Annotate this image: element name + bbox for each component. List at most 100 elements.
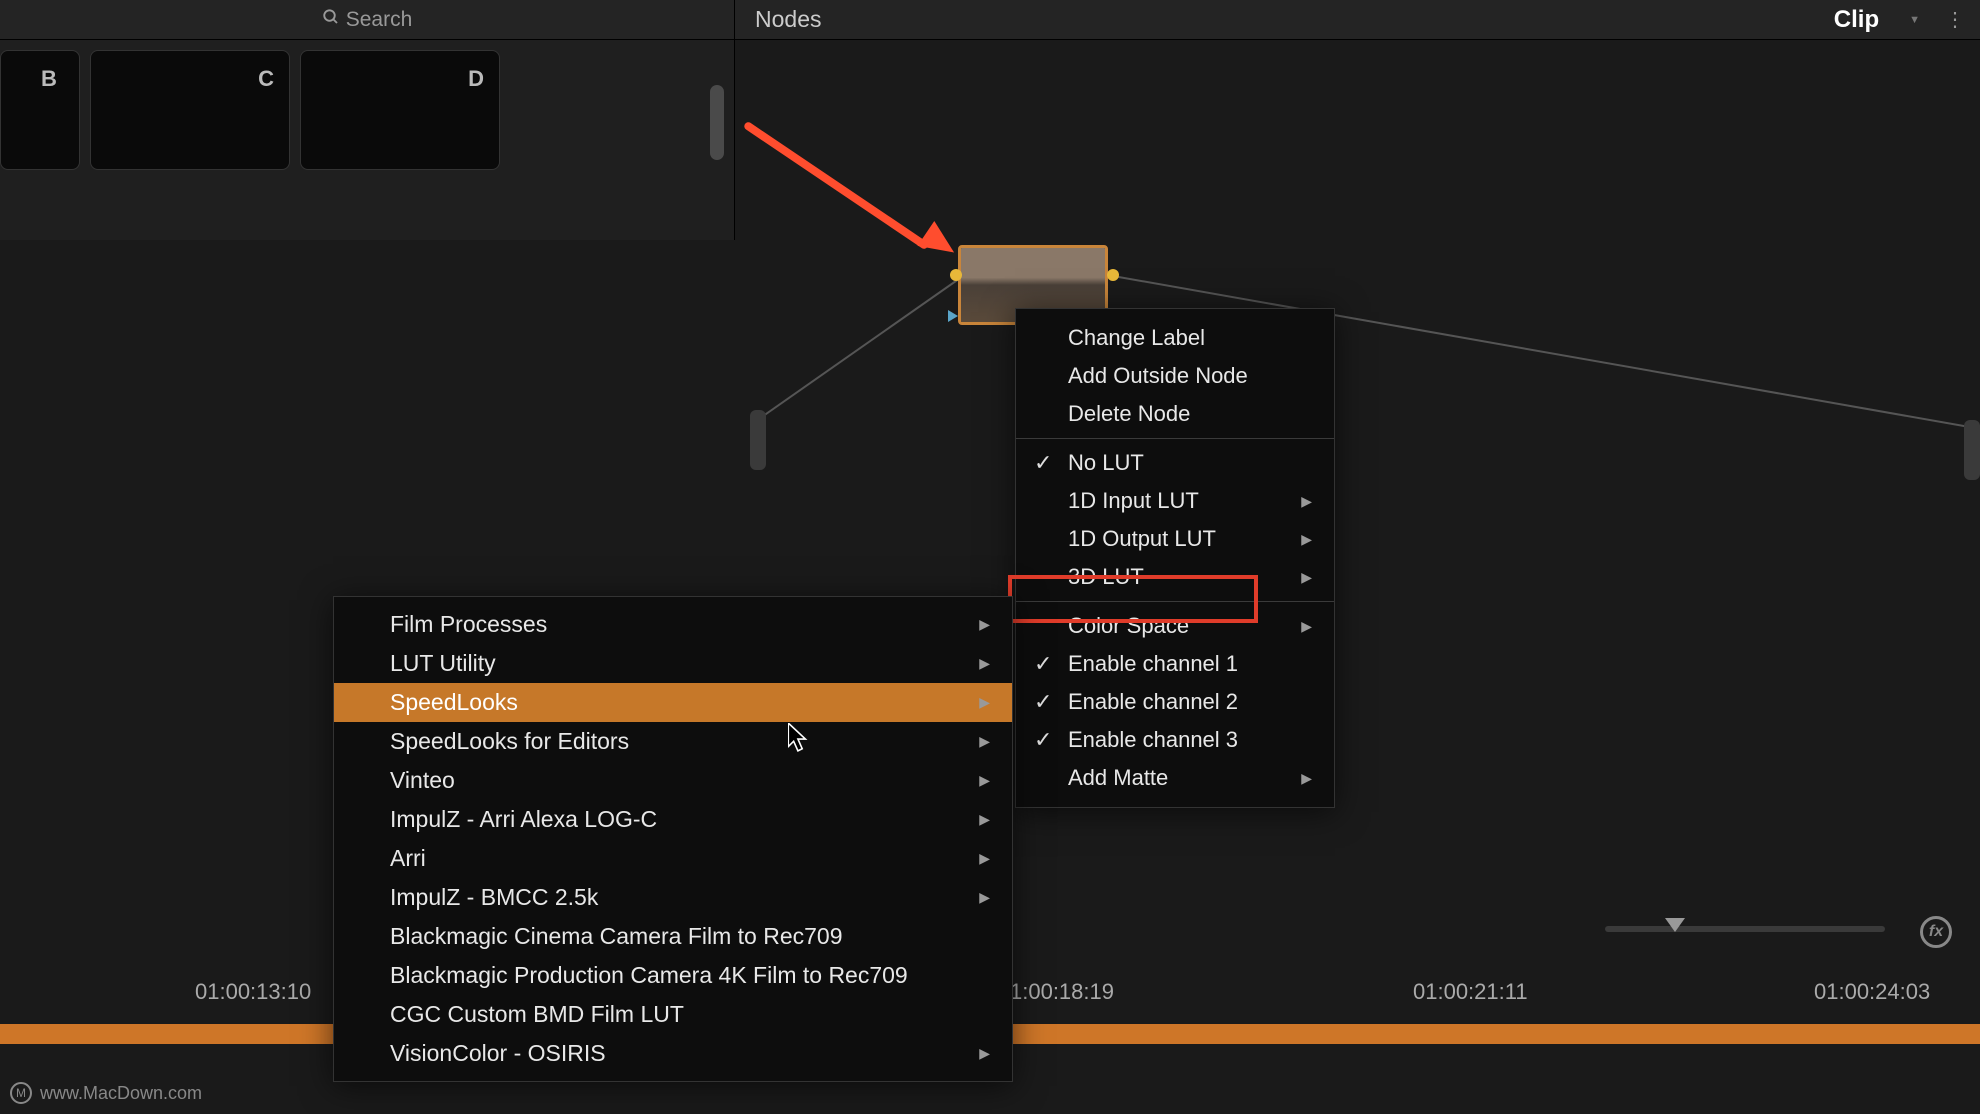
menu-label: Arri (390, 845, 426, 872)
submenu-blackmagic-cinema[interactable]: Blackmagic Cinema Camera Film to Rec709 (334, 917, 1012, 956)
menu-separator (1016, 438, 1334, 439)
submenu-arrow-icon: ▶ (979, 811, 990, 828)
annotation-arrow (745, 120, 965, 128)
gallery-panel: B C D (0, 40, 735, 240)
submenu-arri[interactable]: Arri ▶ (334, 839, 1012, 878)
submenu-blackmagic-production[interactable]: Blackmagic Production Camera 4K Film to … (334, 956, 1012, 995)
submenu-arrow-icon: ▶ (1301, 618, 1312, 635)
more-options-icon[interactable]: ⋮ (1945, 7, 1965, 32)
node-connection-line (755, 271, 969, 422)
menu-label: No LUT (1068, 450, 1144, 476)
menu-1d-input-lut[interactable]: 1D Input LUT ▶ (1016, 482, 1334, 520)
top-bar: Search Nodes Clip ▼ ⋮ (0, 0, 1980, 40)
menu-change-label[interactable]: Change Label (1016, 319, 1334, 357)
menu-label: Enable channel 2 (1068, 689, 1238, 715)
check-icon: ✓ (1034, 727, 1052, 753)
menu-label: Change Label (1068, 325, 1205, 351)
submenu-arrow-icon: ▶ (979, 655, 990, 672)
menu-label: SpeedLooks (390, 689, 518, 716)
submenu-film-processes[interactable]: Film Processes ▶ (334, 605, 1012, 644)
menu-label: LUT Utility (390, 650, 496, 677)
menu-label: Vinteo (390, 767, 455, 794)
submenu-arrow-icon: ▶ (1301, 770, 1312, 787)
menu-enable-channel-3[interactable]: ✓ Enable channel 3 (1016, 721, 1334, 759)
submenu-arrow-icon: ▶ (1301, 531, 1312, 548)
thumbnail-label: B (41, 66, 57, 92)
menu-enable-channel-1[interactable]: ✓ Enable channel 1 (1016, 645, 1334, 683)
submenu-arrow-icon: ▶ (979, 850, 990, 867)
gallery-thumbnail-b[interactable]: B (0, 50, 80, 170)
thumbnail-label: D (468, 66, 484, 92)
scrollbar[interactable] (710, 85, 724, 160)
nodes-label: Nodes (755, 6, 821, 33)
submenu-impulz-bmcc[interactable]: ImpulZ - BMCC 2.5k ▶ (334, 878, 1012, 917)
menu-label: Enable channel 1 (1068, 651, 1238, 677)
time-label: 01:00:21:11 (1413, 979, 1528, 1005)
submenu-arrow-icon: ▶ (979, 1045, 990, 1062)
node-input-handle[interactable] (750, 410, 766, 470)
fx-icon[interactable]: fx (1920, 916, 1952, 948)
menu-label: ImpulZ - Arri Alexa LOG-C (390, 806, 657, 833)
nodes-panel-header: Nodes (735, 0, 1730, 39)
watermark: M www.MacDown.com (10, 1082, 202, 1104)
menu-label: 1D Output LUT (1068, 526, 1216, 552)
menu-label: Blackmagic Cinema Camera Film to Rec709 (390, 923, 843, 950)
time-label: 1:00:18:19 (1010, 979, 1114, 1005)
menu-delete-node[interactable]: Delete Node (1016, 395, 1334, 433)
submenu-lut-utility[interactable]: LUT Utility ▶ (334, 644, 1012, 683)
chevron-down-icon: ▼ (1909, 14, 1920, 26)
node-connector-right[interactable] (1107, 269, 1119, 281)
menu-label: ImpulZ - BMCC 2.5k (390, 884, 598, 911)
node-context-menu: Change Label Add Outside Node Delete Nod… (1015, 308, 1335, 808)
time-label: 01:00:24:03 (1814, 979, 1930, 1005)
menu-label: 1D Input LUT (1068, 488, 1199, 514)
menu-label: Add Matte (1068, 765, 1168, 791)
submenu-impulz-arri[interactable]: ImpulZ - Arri Alexa LOG-C ▶ (334, 800, 1012, 839)
search-icon (322, 8, 340, 31)
menu-add-outside-node[interactable]: Add Outside Node (1016, 357, 1334, 395)
annotation-highlight-box (1008, 575, 1258, 623)
menu-label: Film Processes (390, 611, 547, 638)
node-output-handle[interactable] (1964, 420, 1980, 480)
check-icon: ✓ (1034, 450, 1052, 476)
menu-enable-channel-2[interactable]: ✓ Enable channel 2 (1016, 683, 1334, 721)
menu-label: Add Outside Node (1068, 363, 1248, 389)
submenu-arrow-icon: ▶ (1301, 569, 1312, 586)
submenu-arrow-icon: ▶ (979, 889, 990, 906)
clip-label: Clip (1834, 6, 1879, 34)
menu-label: Blackmagic Production Camera 4K Film to … (390, 962, 908, 989)
menu-label: Delete Node (1068, 401, 1190, 427)
menu-add-matte[interactable]: Add Matte ▶ (1016, 759, 1334, 797)
gallery-thumbnail-d[interactable]: D (300, 50, 500, 170)
check-icon: ✓ (1034, 651, 1052, 677)
time-label: 01:00:13:10 (195, 979, 311, 1005)
submenu-vinteo[interactable]: Vinteo ▶ (334, 761, 1012, 800)
submenu-speedlooks-editors[interactable]: SpeedLooks for Editors ▶ (334, 722, 1012, 761)
submenu-visioncolor[interactable]: VisionColor - OSIRIS ▶ (334, 1034, 1012, 1073)
submenu-arrow-icon: ▶ (979, 616, 990, 633)
search-field[interactable]: Search (0, 0, 735, 39)
menu-no-lut[interactable]: ✓ No LUT (1016, 444, 1334, 482)
check-icon: ✓ (1034, 689, 1052, 715)
menu-label: CGC Custom BMD Film LUT (390, 1001, 684, 1028)
submenu-arrow-icon: ▶ (979, 733, 990, 750)
node-connector-left[interactable] (950, 269, 962, 281)
zoom-slider[interactable] (1605, 926, 1885, 932)
watermark-text: www.MacDown.com (40, 1083, 202, 1104)
zoom-slider-thumb[interactable] (1665, 918, 1685, 932)
submenu-arrow-icon: ▶ (1301, 493, 1312, 510)
search-placeholder: Search (346, 8, 413, 32)
submenu-arrow-icon: ▶ (979, 694, 990, 711)
lut-3d-submenu: Film Processes ▶ LUT Utility ▶ SpeedLook… (333, 596, 1013, 1082)
submenu-speedlooks[interactable]: SpeedLooks ▶ (334, 683, 1012, 722)
menu-label: VisionColor - OSIRIS (390, 1040, 606, 1067)
clip-dropdown-area[interactable]: Clip ▼ ⋮ (1730, 0, 1980, 39)
menu-label: Enable channel 3 (1068, 727, 1238, 753)
thumbnail-label: C (258, 66, 274, 92)
submenu-cgc-custom[interactable]: CGC Custom BMD Film LUT (334, 995, 1012, 1034)
gallery-thumbnail-c[interactable]: C (90, 50, 290, 170)
menu-1d-output-lut[interactable]: 1D Output LUT ▶ (1016, 520, 1334, 558)
watermark-logo-icon: M (10, 1082, 32, 1104)
node-triangle-marker (948, 310, 958, 322)
submenu-arrow-icon: ▶ (979, 772, 990, 789)
